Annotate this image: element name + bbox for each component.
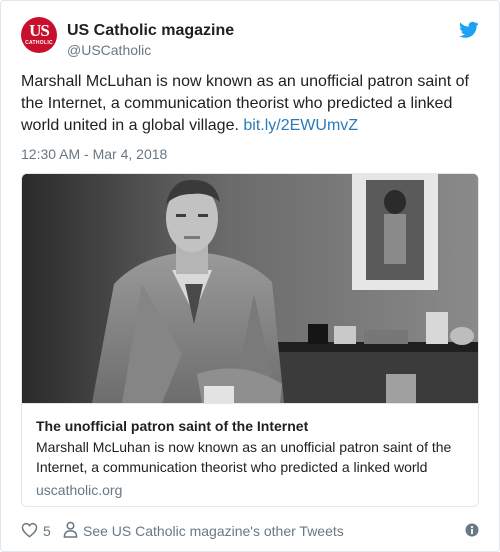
embedded-tweet: US CATHOLIC US Catholic magazine @USCath… xyxy=(0,0,500,552)
person-icon[interactable] xyxy=(63,521,78,538)
heart-icon[interactable] xyxy=(21,522,38,538)
avatar-logo-text: US xyxy=(29,21,50,40)
author-handle[interactable]: @USCatholic xyxy=(67,41,234,59)
card-title[interactable]: The unofficial patron saint of the Inter… xyxy=(36,416,466,436)
link-card[interactable]: The unofficial patron saint of the Inter… xyxy=(21,173,479,507)
info-icon[interactable] xyxy=(465,523,479,537)
twitter-bird-icon[interactable] xyxy=(459,21,479,39)
tweet-footer: 5 See US Catholic magazine's other Tweet… xyxy=(21,519,479,543)
card-image[interactable] xyxy=(22,174,479,403)
card-description[interactable]: Marshall McLuhan is now known as an unof… xyxy=(36,437,466,477)
avatar-logo-subtext: CATHOLIC xyxy=(25,40,53,46)
tweet-text: Marshall McLuhan is now known as an unof… xyxy=(21,71,483,137)
other-tweets-link[interactable]: See US Catholic magazine's other Tweets xyxy=(83,523,344,539)
avatar[interactable]: US CATHOLIC xyxy=(21,17,57,53)
tweet-link[interactable]: bit.ly/2EWUmvZ xyxy=(243,117,358,134)
tweet-header: US CATHOLIC US Catholic magazine @USCath… xyxy=(21,17,479,61)
like-count[interactable]: 5 xyxy=(43,523,51,539)
author-names[interactable]: US Catholic magazine @USCatholic xyxy=(67,21,234,59)
card-domain[interactable]: uscatholic.org xyxy=(36,480,466,500)
card-body[interactable]: The unofficial patron saint of the Inter… xyxy=(22,403,478,506)
author-display-name[interactable]: US Catholic magazine xyxy=(67,21,234,41)
tweet-timestamp[interactable]: 12:30 AM - Mar 4, 2018 xyxy=(21,146,167,162)
